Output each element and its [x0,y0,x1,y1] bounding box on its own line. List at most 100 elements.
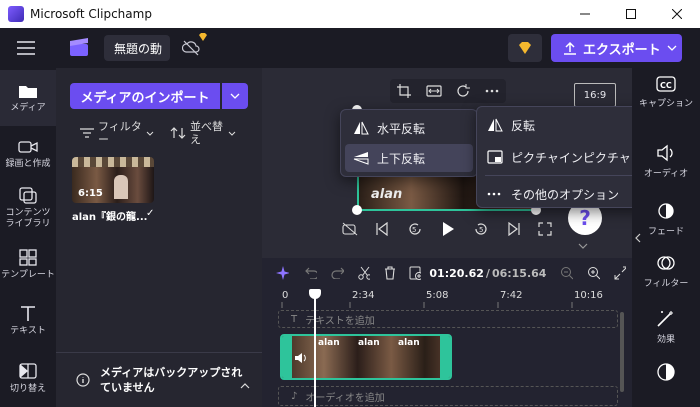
premium-diamond-icon [198,32,208,42]
app-toolbar: 無題の動 エクスポート [0,28,700,68]
clip-trim-handle-right[interactable] [440,336,450,378]
fade-icon [658,203,674,219]
right-label-audio: オーディオ [643,169,689,179]
picture-in-picture-icon [487,150,503,164]
right-label-captions: キャプション [638,99,693,109]
scissors-icon[interactable] [357,266,371,280]
right-item-filters[interactable]: フィルター [632,254,700,289]
clip-thumb-caption: alan [358,338,380,348]
import-media-button[interactable]: メディアのインポート [70,83,220,109]
zoom-in-icon[interactable] [587,266,600,280]
shelf-decoration [72,157,154,167]
clip-trim-handle-left[interactable] [282,336,292,378]
flip-horizontal-icon [354,121,369,135]
backup-notice: メディアはバックアップされていません [56,352,262,407]
filter-label: フィルター [98,120,142,146]
export-button[interactable]: エクスポート [551,34,682,62]
flip-vertical-icon [353,152,369,165]
filter-button[interactable]: フィルター [80,118,154,148]
ruler-label: 5:08 [426,290,449,301]
svg-text:5: 5 [479,226,483,234]
fit-timeline-icon[interactable] [614,266,627,280]
chevron-down-icon [667,45,677,51]
add-audio-track[interactable]: ♪ オーディオを追加 [278,386,618,406]
nav-item-media[interactable]: メディア [0,70,56,126]
upload-icon [564,41,576,55]
right-item-effects[interactable]: 効果 [632,310,700,345]
timeline-scrollbar[interactable] [620,312,624,392]
media-clip-name: alan『銀の龍... [72,212,148,223]
camera-off-icon[interactable] [342,222,358,236]
current-time: 01:20.62 [429,266,484,280]
rotate-icon[interactable] [456,84,471,98]
resize-handle-bottom-left[interactable] [352,205,362,215]
project-name-field[interactable]: 無題の動 [104,35,170,61]
minimize-button[interactable] [562,0,608,28]
skip-forward-icon[interactable] [507,222,521,236]
more-icon[interactable] [485,89,499,93]
cloud-off-icon [182,40,200,56]
nav-label-templates: テンプレート [1,269,55,280]
chevron-down-icon[interactable] [578,243,588,249]
sort-button[interactable]: 並べ替え [170,118,236,148]
chevron-up-icon[interactable] [240,383,250,389]
aspect-ratio-button[interactable]: 16:9 [574,83,616,107]
nav-item-templates[interactable]: テンプレート [0,236,56,292]
close-button[interactable] [654,0,700,28]
person-figure [114,175,128,199]
hamburger-menu-icon[interactable] [14,38,38,58]
backup-notice-text: メディアはバックアップされていません [100,366,243,394]
right-label-fade: フェード [647,227,684,237]
add-text-track[interactable]: T テキストを追加 [278,310,618,328]
sparkle-icon[interactable] [276,266,289,280]
chevron-down-icon [146,131,154,136]
more-options-label: その他のオプション [511,187,620,202]
flip-vertical-item[interactable]: 上下反転 [345,144,473,172]
maximize-button[interactable] [608,0,654,28]
undo-icon[interactable] [304,267,318,279]
info-icon [76,373,90,387]
filters-icon [657,256,675,270]
checkmark-icon: ✓ [146,208,155,219]
fit-icon[interactable] [426,85,442,97]
media-clip-thumbnail[interactable]: 6:15 [72,157,154,203]
nav-item-transitions[interactable]: 切り替え [0,350,56,406]
text-icon [21,305,35,321]
playhead[interactable] [314,292,316,407]
delete-icon[interactable] [384,266,395,280]
nav-item-text[interactable]: テキスト [0,292,56,348]
flip-vertical-label: 上下反転 [377,151,426,166]
right-item-fade[interactable]: フェード [632,202,700,237]
nav-label-text: テキスト [10,325,46,336]
svg-text:5: 5 [412,226,416,234]
skip-back-icon[interactable] [375,222,389,236]
right-item-captions[interactable]: CC キャプション [632,76,700,109]
export-label: エクスポート [583,42,661,58]
timeline-video-clip[interactable]: alan alan alan [280,334,452,380]
add-media-icon[interactable] [409,266,422,280]
nav-item-content-library[interactable]: コンテンツ ライブラリ [0,180,56,236]
rewind-5-icon[interactable]: 5 [407,221,423,237]
import-dropdown-button[interactable] [222,83,248,109]
cc-icon: CC [656,76,676,92]
window-title: Microsoft Clipchamp [30,7,152,21]
nav-item-record[interactable]: 録画と作成 [0,126,56,182]
right-item-audio[interactable]: オーディオ [632,144,700,179]
timeline-toolbar: 01:20.62 / 06:15.64 [276,262,627,284]
volume-icon[interactable] [294,352,308,364]
add-audio-label: オーディオを追加 [305,392,385,404]
forward-5-icon[interactable]: 5 [473,221,489,237]
fullscreen-icon[interactable] [538,222,552,236]
play-icon[interactable] [440,221,456,237]
video-caption: alan [371,187,403,202]
flip-horizontal-item[interactable]: 水平反転 [345,114,473,142]
color-adjust-icon[interactable] [656,362,676,382]
ruler-label: 10:16 [574,290,603,301]
nav-label-transitions: 切り替え [9,383,46,394]
crop-icon[interactable] [397,84,412,98]
premium-button[interactable] [508,34,542,62]
nav-label-content-library: コンテンツ ライブラリ [5,208,51,229]
nav-label-record: 録画と作成 [5,158,51,169]
zoom-out-icon[interactable] [560,266,573,280]
redo-icon[interactable] [331,267,344,279]
